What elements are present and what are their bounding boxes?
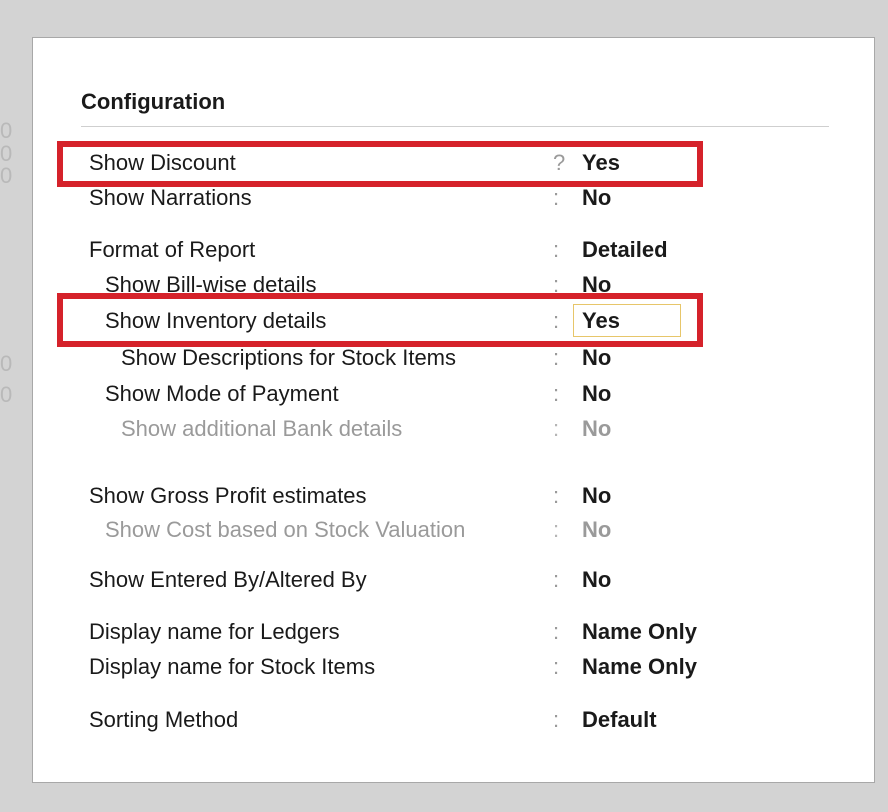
background-digit: 0	[0, 141, 13, 166]
dialog-title: Configuration	[81, 89, 226, 114]
config-row-show-descriptions-for-stock-items[interactable]: Show Descriptions for Stock Items : No	[33, 345, 876, 375]
config-separator: :	[553, 567, 560, 592]
config-value-show-entered-by-altered-by[interactable]: No	[582, 567, 611, 593]
config-row-show-gross-profit-estimates[interactable]: Show Gross Profit estimates : No	[33, 483, 876, 513]
config-value-show-additional-bank-details: No	[582, 416, 612, 441]
config-row-show-entered-by-altered-by[interactable]: Show Entered By/Altered By : No	[33, 567, 876, 597]
config-row-format-of-report[interactable]: Format of Report : Detailed	[33, 237, 876, 267]
config-row-show-cost-based-on-stock-valuation: Show Cost based on Stock Valuation : No	[33, 517, 876, 547]
background-digit: 0	[0, 382, 13, 407]
config-value-format-of-report[interactable]: Detailed	[582, 237, 668, 263]
config-value-show-descriptions-for-stock-items[interactable]: No	[582, 345, 611, 371]
config-label: Show additional Bank details	[121, 416, 403, 441]
config-separator: :	[553, 416, 560, 441]
config-value-sorting-method[interactable]: Default	[582, 707, 657, 733]
config-label: Sorting Method	[89, 707, 239, 732]
config-label: Display name for Ledgers	[89, 619, 340, 644]
config-separator: :	[553, 654, 560, 679]
config-value-show-cost-based-on-stock-valuation: No	[582, 517, 612, 542]
config-value-show-gross-profit-estimates[interactable]: No	[582, 483, 611, 509]
config-row-show-narrations[interactable]: Show Narrations : No	[33, 185, 876, 215]
config-value-show-narrations[interactable]: No	[582, 185, 611, 211]
configuration-dialog: Configuration Show Discount ? Yes Show N…	[32, 37, 875, 783]
background-digit: 0	[0, 351, 13, 376]
config-label: Show Mode of Payment	[105, 381, 339, 406]
config-separator: :	[553, 237, 560, 262]
config-row-show-additional-bank-details: Show additional Bank details : No	[33, 416, 876, 446]
config-row-display-name-for-ledgers[interactable]: Display name for Ledgers : Name Only	[33, 619, 876, 649]
config-separator: :	[553, 381, 560, 406]
config-label: Show Entered By/Altered By	[89, 567, 367, 592]
config-row-show-mode-of-payment[interactable]: Show Mode of Payment : No	[33, 381, 876, 411]
config-row-display-name-for-stock-items[interactable]: Display name for Stock Items : Name Only	[33, 654, 876, 684]
config-label: Display name for Stock Items	[89, 654, 376, 679]
config-separator: :	[553, 345, 560, 370]
config-label: Show Cost based on Stock Valuation	[105, 517, 466, 542]
config-separator: :	[553, 483, 560, 508]
config-label: Show Descriptions for Stock Items	[121, 345, 457, 370]
highlight-box-show-discount	[57, 141, 703, 187]
background-digit: 0	[0, 118, 13, 143]
config-separator: :	[553, 185, 560, 210]
config-label: Show Gross Profit estimates	[89, 483, 367, 508]
config-value-display-name-for-stock-items[interactable]: Name Only	[582, 654, 697, 680]
title-divider	[81, 126, 829, 127]
background-digit: 0	[0, 163, 13, 188]
config-value-show-mode-of-payment[interactable]: No	[582, 381, 611, 407]
config-label: Format of Report	[89, 237, 256, 262]
config-value-display-name-for-ledgers[interactable]: Name Only	[582, 619, 697, 645]
config-label: Show Narrations	[89, 185, 252, 210]
config-separator: :	[553, 707, 560, 732]
config-row-sorting-method[interactable]: Sorting Method : Default	[33, 707, 876, 737]
config-separator: :	[553, 619, 560, 644]
config-separator: :	[553, 517, 560, 542]
highlight-box-show-inventory-details	[57, 293, 703, 347]
